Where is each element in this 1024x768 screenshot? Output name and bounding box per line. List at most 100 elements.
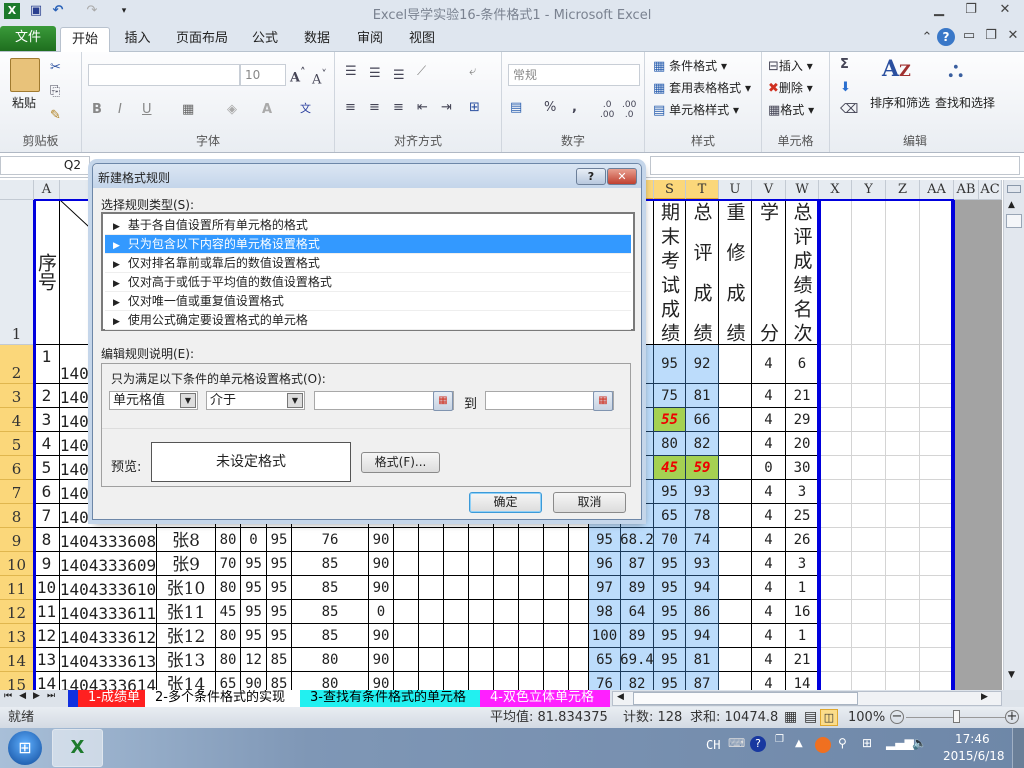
cell-I14[interactable] — [394, 648, 419, 672]
cell-R12[interactable]: 64 — [621, 600, 654, 624]
rule-type-list[interactable]: ▶ 基于各自值设置所有单元格的格式 ▶ 只为包含以下内容的单元格设置格式 ▶ 仅对排名靠前… — [101, 212, 635, 331]
cell-C15[interactable]: 张14 — [157, 672, 216, 690]
sheet-tab[interactable]: 4-双色立体单元格 — [480, 690, 610, 707]
signal-icon[interactable]: ▂▄▆ — [886, 736, 914, 750]
network-error-icon[interactable]: ⚲ — [838, 736, 847, 750]
sheet-tab[interactable]: 2-多个条件格式的实现 — [145, 690, 301, 707]
cell-Q15[interactable]: 76 — [589, 672, 621, 690]
cell-AC12[interactable] — [979, 600, 1002, 624]
cell-Z5[interactable] — [886, 432, 920, 456]
cell-AB12[interactable] — [954, 600, 979, 624]
cell-E13[interactable]: 95 — [241, 624, 267, 648]
row-header-2[interactable]: 2 — [0, 345, 34, 384]
cell-J15[interactable] — [419, 672, 444, 690]
cell-E14[interactable]: 12 — [241, 648, 267, 672]
cell-R15[interactable]: 82 — [621, 672, 654, 690]
cell-W7[interactable]: 3 — [786, 480, 819, 504]
cell-H15[interactable]: 90 — [369, 672, 394, 690]
cell-O9[interactable] — [544, 528, 569, 552]
rule-type-item[interactable]: ▶ 仅对唯一值或重复值设置格式 — [105, 292, 631, 311]
cell-V12[interactable]: 4 — [752, 600, 786, 624]
range-select-icon[interactable]: ▦ — [433, 391, 453, 411]
cell-A15[interactable]: 14 — [34, 672, 60, 690]
cell-W8[interactable]: 25 — [786, 504, 819, 528]
header-cell-V[interactable]: 学分 — [752, 200, 786, 345]
cell-Y4[interactable] — [852, 408, 886, 432]
cell-Y3[interactable] — [852, 384, 886, 408]
show-desktop-button[interactable] — [1012, 728, 1024, 768]
cell-AB14[interactable] — [954, 648, 979, 672]
cell-AA6[interactable] — [920, 456, 954, 480]
align-left-icon[interactable]: ≡ — [345, 100, 356, 115]
insert-cells-button[interactable]: ⊟插入 ▾ — [768, 57, 813, 74]
cell-J11[interactable] — [419, 576, 444, 600]
cell-D10[interactable]: 70 — [216, 552, 241, 576]
cell-M11[interactable] — [494, 576, 519, 600]
font-color-icon[interactable]: A — [262, 102, 272, 117]
cell-K11[interactable] — [444, 576, 469, 600]
start-button[interactable]: ⊞ — [8, 731, 42, 765]
cell-B12[interactable]: 1404333611 — [60, 600, 157, 624]
cell-AC7[interactable] — [979, 480, 1002, 504]
cell-J9[interactable] — [419, 528, 444, 552]
cell-I15[interactable] — [394, 672, 419, 690]
cell-H9[interactable]: 90 — [369, 528, 394, 552]
name-box[interactable]: Q2 — [0, 156, 90, 175]
header-cell-W[interactable]: 总评成绩名次 — [786, 200, 819, 345]
cell-K9[interactable] — [444, 528, 469, 552]
value1-input[interactable]: ▦ — [314, 391, 454, 411]
cell-K14[interactable] — [444, 648, 469, 672]
column-header-W[interactable]: W — [786, 180, 819, 200]
cell-N9[interactable] — [519, 528, 544, 552]
tab-view[interactable]: 视图 — [402, 27, 442, 52]
cell-AA5[interactable] — [920, 432, 954, 456]
row-header-15[interactable]: 15 — [0, 672, 34, 690]
cell-X14[interactable] — [819, 648, 852, 672]
cell-D14[interactable]: 80 — [216, 648, 241, 672]
page-layout-view-icon[interactable]: ▤ — [804, 707, 817, 728]
zoom-in-icon[interactable]: + — [1005, 710, 1019, 724]
cell-Q10[interactable]: 96 — [589, 552, 621, 576]
cell-B15[interactable]: 1404333614 — [60, 672, 157, 690]
header-cell-X[interactable] — [819, 200, 852, 345]
paste-icon[interactable] — [10, 58, 40, 92]
cell-X3[interactable] — [819, 384, 852, 408]
cell-AC2[interactable] — [979, 345, 1002, 384]
cell-AA7[interactable] — [920, 480, 954, 504]
increase-indent-icon[interactable]: ⇥ — [441, 100, 452, 115]
cell-F14[interactable]: 85 — [267, 648, 292, 672]
cell-Y11[interactable] — [852, 576, 886, 600]
cell-V3[interactable]: 4 — [752, 384, 786, 408]
cell-P14[interactable] — [569, 648, 589, 672]
cell-A14[interactable]: 13 — [34, 648, 60, 672]
column-header-V[interactable]: V — [752, 180, 786, 200]
cell-T3[interactable]: 81 — [686, 384, 719, 408]
volume-icon[interactable]: 🔈 — [912, 736, 927, 750]
column-header-S[interactable]: S — [654, 180, 686, 200]
cell-E10[interactable]: 95 — [241, 552, 267, 576]
clock-date[interactable]: 2015/6/18 — [943, 749, 1005, 763]
cell-AA11[interactable] — [920, 576, 954, 600]
cell-W10[interactable]: 3 — [786, 552, 819, 576]
row-header-12[interactable]: 12 — [0, 600, 34, 624]
cell-Y9[interactable] — [852, 528, 886, 552]
cell-AC6[interactable] — [979, 456, 1002, 480]
cell-P9[interactable] — [569, 528, 589, 552]
cell-T15[interactable]: 87 — [686, 672, 719, 690]
column-header-U[interactable]: U — [719, 180, 752, 200]
cell-AC9[interactable] — [979, 528, 1002, 552]
cell-styles-button[interactable]: ▤ 单元格样式 ▾ — [653, 101, 739, 118]
cell-V15[interactable]: 4 — [752, 672, 786, 690]
cell-X10[interactable] — [819, 552, 852, 576]
number-format-combo[interactable]: 常规 — [508, 64, 640, 86]
font-size-combo[interactable]: 10 — [240, 64, 286, 86]
cell-V8[interactable]: 4 — [752, 504, 786, 528]
cell-AA4[interactable] — [920, 408, 954, 432]
cell-O15[interactable] — [544, 672, 569, 690]
cell-Z3[interactable] — [886, 384, 920, 408]
cell-M13[interactable] — [494, 624, 519, 648]
autosum-button[interactable]: Σ — [840, 57, 849, 72]
cell-R13[interactable]: 89 — [621, 624, 654, 648]
cell-AC13[interactable] — [979, 624, 1002, 648]
align-middle-icon[interactable]: ☰ — [369, 66, 381, 81]
